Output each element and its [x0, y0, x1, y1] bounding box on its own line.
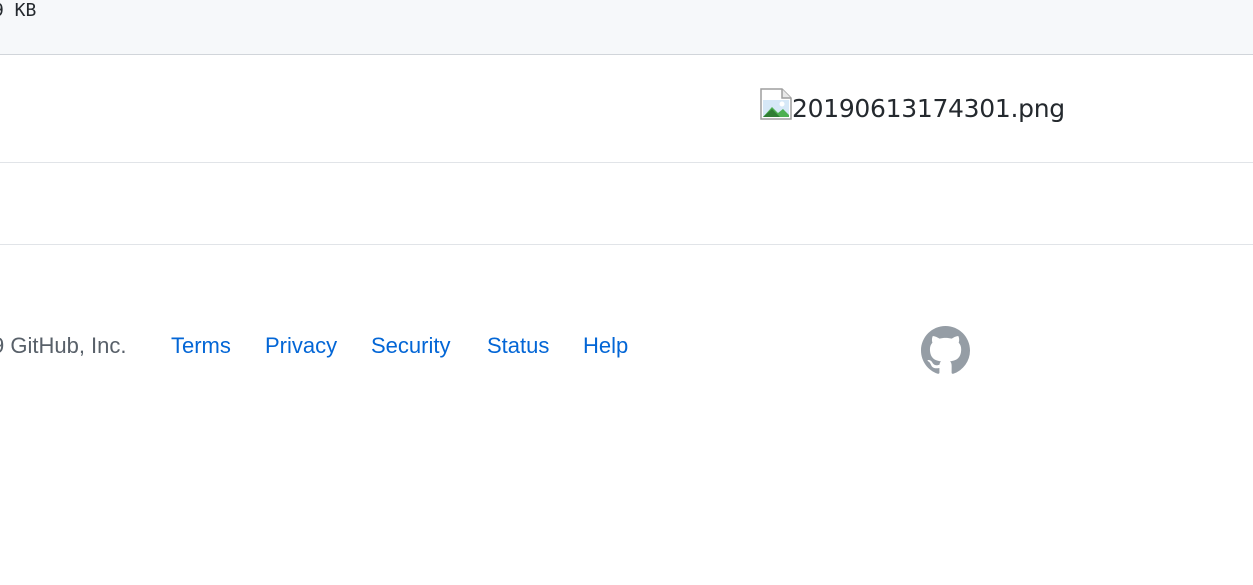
footer-copyright: 9 GitHub, Inc.	[0, 333, 127, 358]
file-header: 9 KB	[0, 0, 1253, 55]
blank-row	[0, 163, 1253, 245]
footer-link-help[interactable]: Help	[583, 331, 628, 361]
footer-link-privacy[interactable]: Privacy	[265, 331, 337, 361]
broken-image-icon	[760, 88, 792, 120]
footer-link-terms[interactable]: Terms	[171, 331, 231, 361]
site-footer: 9 GitHub, Inc. Terms Privacy Security St…	[0, 245, 1253, 585]
file-size: 9 KB	[0, 0, 37, 21]
footer-link-security[interactable]: Security	[371, 331, 450, 361]
image-row: 20190613174301.png	[0, 55, 1253, 163]
image-alt-text: 20190613174301.png	[792, 94, 1065, 123]
footer-link-status[interactable]: Status	[487, 331, 549, 361]
github-mark-icon[interactable]	[921, 326, 970, 375]
image-preview[interactable]: 20190613174301.png	[760, 88, 1065, 123]
